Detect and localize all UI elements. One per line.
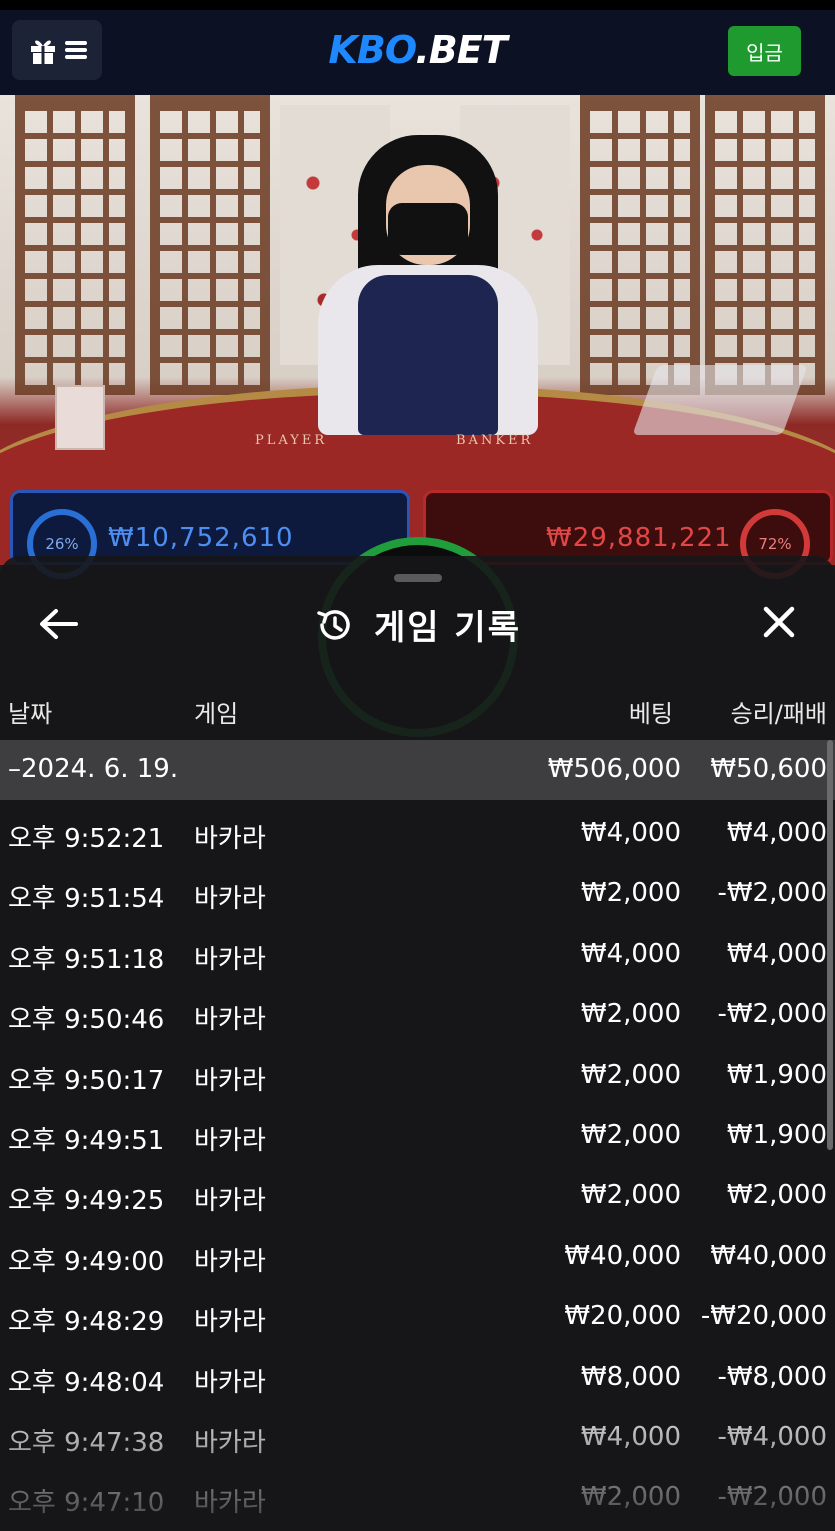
row-result: -₩2,000 bbox=[717, 1482, 827, 1513]
table-row[interactable]: 오후 9:49:25 바카라 ₩2,000 ₩2,000 bbox=[0, 1166, 835, 1226]
row-bet: ₩2,000 bbox=[580, 1180, 681, 1211]
card-shoe bbox=[632, 365, 808, 435]
drag-handle[interactable] bbox=[394, 574, 442, 582]
row-game: 바카라 bbox=[194, 1186, 266, 1217]
player-felt-label: PLAYER bbox=[255, 433, 328, 448]
table-row[interactable]: 오후 9:48:29 바카라 ₩20,000 -₩20,000 bbox=[0, 1287, 835, 1347]
row-time: 오후 9:52:21 bbox=[8, 824, 165, 854]
table-row[interactable]: 오후 9:52:21 바카라 ₩4,000 ₩4,000 bbox=[0, 804, 835, 864]
row-game: 바카라 bbox=[194, 1065, 266, 1096]
row-time: 오후 9:50:46 bbox=[8, 1005, 165, 1036]
row-result: ₩4,000 bbox=[726, 818, 827, 848]
row-result: -₩8,000 bbox=[717, 1361, 827, 1392]
row-time: 오후 9:51:54 bbox=[8, 884, 165, 915]
game-history-sheet: 게임 기록 날짜 게임 베팅 승리/패배 –2024. 6. 19. ₩506,… bbox=[0, 556, 835, 1531]
row-game: 바카라 bbox=[194, 824, 266, 854]
row-result: ₩2,000 bbox=[726, 1180, 827, 1211]
row-result: ₩1,900 bbox=[726, 1059, 827, 1090]
row-bet: ₩4,000 bbox=[580, 1422, 681, 1452]
table-row[interactable]: 오후 9:51:54 바카라 ₩2,000 -₩2,000 bbox=[0, 864, 835, 924]
row-game: 바카라 bbox=[194, 1126, 266, 1156]
table-row[interactable]: 오후 9:50:17 바카라 ₩2,000 ₩1,900 bbox=[0, 1046, 835, 1106]
column-header-date: 날짜 bbox=[8, 700, 53, 728]
row-bet: ₩2,000 bbox=[580, 878, 681, 909]
date-group-bet-total: ₩506,000 bbox=[547, 754, 681, 784]
row-game: 바카라 bbox=[194, 1246, 266, 1277]
column-header-result: 승리/패배 bbox=[730, 700, 827, 728]
table-row[interactable]: 오후 9:48:04 바카라 ₩8,000 -₩8,000 bbox=[0, 1348, 835, 1408]
table-row[interactable]: 오후 9:51:18 바카라 ₩4,000 ₩4,000 bbox=[0, 925, 835, 985]
row-game: 바카라 bbox=[194, 884, 266, 915]
row-game: 바카라 bbox=[194, 1307, 266, 1338]
row-time: 오후 9:47:38 bbox=[8, 1428, 165, 1458]
lattice-panel bbox=[580, 95, 700, 395]
date-group-row[interactable]: –2024. 6. 19. ₩506,000 ₩50,600 bbox=[0, 740, 835, 800]
sheet-title: 게임 기록 bbox=[374, 608, 521, 648]
banker-bet-bar[interactable]: ₩29,881,221 72% bbox=[423, 490, 833, 579]
row-time: 오후 9:49:25 bbox=[8, 1186, 165, 1217]
row-result: ₩4,000 bbox=[726, 938, 827, 969]
row-game: 바카라 bbox=[194, 1428, 266, 1458]
row-bet: ₩2,000 bbox=[580, 1059, 681, 1090]
row-time: 오후 9:48:04 bbox=[8, 1367, 165, 1398]
history-icon bbox=[317, 609, 350, 640]
row-bet: ₩2,000 bbox=[580, 1482, 681, 1513]
row-time: 오후 9:49:51 bbox=[8, 1126, 165, 1156]
table-row[interactable]: 오후 9:47:38 바카라 ₩4,000 -₩4,000 bbox=[0, 1408, 835, 1468]
row-result: ₩40,000 bbox=[710, 1240, 827, 1271]
row-result: -₩2,000 bbox=[717, 999, 827, 1030]
site-logo[interactable]: KBO.BET bbox=[0, 28, 835, 72]
row-game: 바카라 bbox=[194, 1005, 266, 1036]
row-bet: ₩2,000 bbox=[580, 999, 681, 1030]
row-time: 오후 9:47:10 bbox=[8, 1488, 165, 1519]
date-group-result-total: ₩50,600 bbox=[710, 754, 827, 784]
scrollbar[interactable] bbox=[827, 740, 833, 1150]
row-time: 오후 9:49:00 bbox=[8, 1246, 165, 1277]
row-bet: ₩8,000 bbox=[580, 1361, 681, 1392]
logo-kbo-text: KBO bbox=[328, 28, 416, 72]
row-time: 오후 9:51:18 bbox=[8, 944, 165, 975]
row-bet: ₩40,000 bbox=[564, 1240, 681, 1271]
lattice-panel bbox=[705, 95, 825, 395]
row-result: -₩4,000 bbox=[717, 1422, 827, 1452]
row-bet: ₩20,000 bbox=[564, 1301, 681, 1332]
player-bet-bar[interactable]: 26% ₩10,752,610 bbox=[10, 490, 410, 579]
banker-total-amount: ₩29,881,221 bbox=[546, 523, 732, 553]
table-row[interactable]: 오후 9:49:00 바카라 ₩40,000 ₩40,000 bbox=[0, 1227, 835, 1287]
row-bet: ₩4,000 bbox=[580, 818, 681, 848]
date-group-label: –2024. 6. 19. bbox=[8, 754, 179, 784]
row-bet: ₩4,000 bbox=[580, 938, 681, 969]
table-row[interactable]: 오후 9:50:46 바카라 ₩2,000 -₩2,000 bbox=[0, 985, 835, 1045]
table-row[interactable]: 오후 9:47:10 바카라 ₩2,000 -₩2,000 bbox=[0, 1468, 835, 1528]
top-bar: KBO.BET 입금 bbox=[0, 0, 835, 95]
row-game: 바카라 bbox=[194, 944, 266, 975]
card-discard-tray bbox=[55, 385, 105, 450]
row-result: -₩20,000 bbox=[700, 1301, 827, 1332]
row-time: 오후 9:50:17 bbox=[8, 1065, 165, 1096]
row-result: ₩1,900 bbox=[726, 1120, 827, 1150]
logo-bet-text: .BET bbox=[415, 28, 507, 72]
lattice-panel bbox=[15, 95, 135, 395]
deposit-button[interactable]: 입금 bbox=[728, 26, 801, 76]
sheet-header: 게임 기록 bbox=[0, 600, 835, 649]
dealer bbox=[308, 135, 548, 435]
row-game: 바카라 bbox=[194, 1367, 266, 1398]
row-result: -₩2,000 bbox=[717, 878, 827, 909]
close-icon[interactable] bbox=[759, 602, 799, 642]
lattice-panel bbox=[150, 95, 270, 395]
column-header-game: 게임 bbox=[194, 700, 239, 728]
table-row[interactable]: 오후 9:49:51 바카라 ₩2,000 ₩1,900 bbox=[0, 1106, 835, 1166]
row-time: 오후 9:48:29 bbox=[8, 1307, 165, 1338]
column-header-bet: 베팅 bbox=[628, 700, 673, 728]
banker-felt-label: BANKER bbox=[456, 433, 534, 448]
row-game: 바카라 bbox=[194, 1488, 266, 1519]
row-bet: ₩2,000 bbox=[580, 1120, 681, 1150]
player-total-amount: ₩10,752,610 bbox=[108, 523, 294, 553]
